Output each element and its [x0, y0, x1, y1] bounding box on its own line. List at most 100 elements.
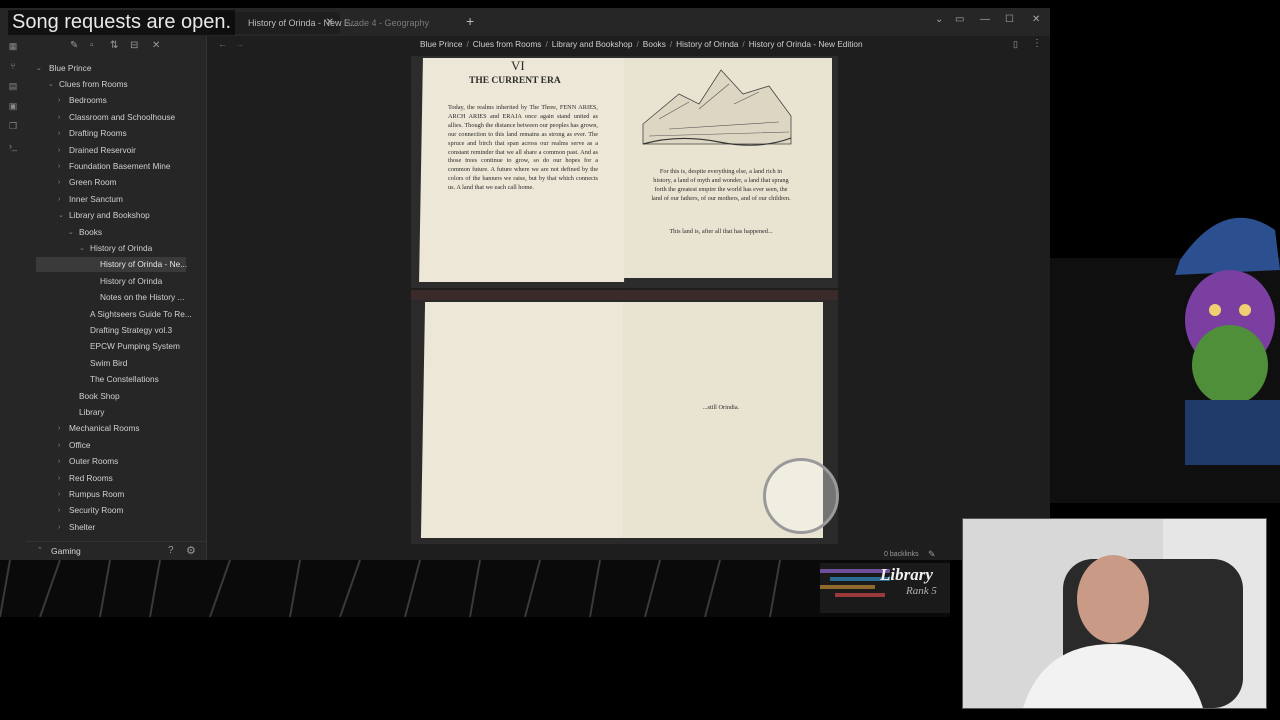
- chevron-right-icon[interactable]: ›: [58, 159, 60, 174]
- sort-icon[interactable]: ⇅: [110, 40, 118, 51]
- new-note-icon[interactable]: ✎: [70, 40, 78, 51]
- chevron-right-icon[interactable]: ›: [58, 93, 60, 108]
- back-icon[interactable]: ←: [218, 39, 227, 49]
- chevron-right-icon[interactable]: ›: [58, 126, 60, 141]
- webcam-feed: [962, 518, 1267, 709]
- right-page-text-2: This land is, after all that has happene…: [669, 228, 773, 235]
- tree-item[interactable]: History of Orinda: [90, 241, 152, 256]
- wizard-mascot-image: [1175, 217, 1280, 465]
- magnifier-icon: [763, 458, 839, 534]
- tree-item[interactable]: Drafting Rooms: [69, 126, 127, 141]
- chevron-down-icon[interactable]: ⌄: [48, 77, 54, 92]
- backlinks-count[interactable]: 0 backlinks: [884, 551, 919, 558]
- crumb-blue-prince[interactable]: Blue Prince: [420, 39, 462, 49]
- tree-item[interactable]: Drained Reservoir: [69, 143, 136, 158]
- chevron-icon: ⌃: [37, 547, 43, 554]
- tree-item[interactable]: History of Orinda - Ne...: [36, 257, 187, 273]
- tree-item[interactable]: Library and Bookshop: [69, 208, 150, 223]
- more-options-icon[interactable]: ⋮: [1032, 38, 1042, 49]
- tree-item[interactable]: Rumpus Room: [69, 487, 124, 502]
- banner-title: Library: [880, 565, 933, 584]
- chevron-right-icon[interactable]: ›: [58, 454, 60, 469]
- settings-icon[interactable]: ⚙: [186, 544, 196, 557]
- chevron-right-icon[interactable]: ›: [58, 438, 60, 453]
- files-icon[interactable]: ▦: [8, 41, 18, 51]
- chevron-right-icon[interactable]: ›: [58, 520, 60, 535]
- chevron-down-icon[interactable]: ⌄: [68, 225, 74, 240]
- close-icon[interactable]: ✕: [326, 12, 334, 34]
- chapter-heading: THE CURRENT ERA: [469, 76, 561, 86]
- chevron-down-icon[interactable]: ⌄: [58, 208, 64, 223]
- chevron-right-icon[interactable]: ›: [58, 143, 60, 158]
- book-image-top: VI THE CURRENT ERA Today, the realms inh…: [411, 56, 838, 288]
- tree-item[interactable]: Mechanical Rooms: [69, 421, 140, 436]
- tree-item[interactable]: Shelter: [69, 520, 95, 535]
- book-image-bottom: ...still Orindia.: [411, 290, 839, 544]
- tree-item[interactable]: Clues from Rooms: [59, 77, 128, 92]
- chevron-right-icon[interactable]: ›: [58, 471, 60, 486]
- tree-item[interactable]: Foundation Basement Mine: [69, 159, 170, 174]
- breadcrumb: Blue Prince / Clues from Rooms / Library and…: [420, 39, 863, 49]
- tree-item[interactable]: Office: [69, 438, 91, 453]
- crumb-clues-from-rooms[interactable]: Clues from Rooms: [473, 39, 542, 49]
- collapse-icon[interactable]: ⊟: [130, 40, 138, 51]
- stream-song-request-text: Song requests are open.: [8, 10, 236, 35]
- tree-item[interactable]: History of Orinda: [100, 274, 162, 289]
- tree-item[interactable]: Notes on the History ...: [100, 290, 184, 305]
- tree-item[interactable]: Inner Sanctum: [69, 192, 123, 207]
- right-page-text: ...still Orindia.: [702, 404, 740, 411]
- templates-icon[interactable]: ❐: [8, 121, 18, 131]
- chevron-right-icon[interactable]: ›: [58, 503, 60, 518]
- canvas-icon[interactable]: ▤: [8, 81, 18, 91]
- crumb-library-and-bookshop[interactable]: Library and Bookshop: [552, 39, 633, 49]
- terminal-icon[interactable]: ›_: [8, 141, 18, 151]
- window-close-icon[interactable]: ✕: [1032, 14, 1040, 25]
- chevron-down-icon[interactable]: ⌄: [935, 14, 943, 25]
- graph-icon[interactable]: ⑂: [8, 61, 18, 71]
- tree-item[interactable]: Books: [79, 225, 102, 240]
- new-tab-icon[interactable]: +: [466, 13, 474, 29]
- chevron-right-icon[interactable]: ›: [58, 192, 60, 207]
- chevron-right-icon[interactable]: ›: [58, 110, 60, 125]
- tree-item[interactable]: Library: [79, 405, 104, 420]
- forward-icon[interactable]: →: [235, 39, 244, 49]
- tree-item[interactable]: Drafting Strategy vol.3: [90, 323, 172, 338]
- vault-switcher[interactable]: ⌃ Gaming ? ⚙: [26, 541, 206, 560]
- mountain-illustration: [642, 69, 792, 146]
- maximize-icon[interactable]: ☐: [1005, 14, 1014, 25]
- tree-item[interactable]: Security Room: [69, 503, 123, 518]
- crumb-books[interactable]: Books: [643, 39, 666, 49]
- tree-item[interactable]: Red Rooms: [69, 471, 113, 486]
- overlay-stripe: [0, 560, 950, 617]
- tree-item[interactable]: Book Shop: [79, 389, 120, 404]
- tree-item[interactable]: EPCW Pumping System: [90, 339, 180, 354]
- sidebar-toggle-icon[interactable]: ▭: [955, 14, 964, 25]
- tree-item[interactable]: Bedrooms: [69, 93, 107, 108]
- tree-item[interactable]: Classroom and Schoolhouse: [69, 110, 175, 125]
- chevron-right-icon[interactable]: ›: [58, 175, 60, 190]
- chevron-right-icon[interactable]: ›: [58, 421, 60, 436]
- close-icon[interactable]: ✕: [152, 40, 160, 51]
- tree-item[interactable]: The Constellations: [90, 372, 159, 387]
- chevron-down-icon[interactable]: ⌄: [79, 241, 85, 256]
- tab-label: Grade 4 - Geography: [344, 18, 430, 28]
- left-page-text: Today, the realms inherited by The Three…: [448, 104, 598, 192]
- tab-grade-4-geography[interactable]: Grade 4 - Geography: [344, 12, 429, 34]
- calendar-icon[interactable]: ▣: [8, 101, 18, 111]
- tree-item[interactable]: A Sightseers Guide To Re...: [90, 307, 192, 322]
- help-icon[interactable]: ?: [168, 545, 174, 556]
- crumb-current-note: History of Orinda - New Edition: [748, 39, 863, 49]
- tree-item[interactable]: Green Room: [69, 175, 117, 190]
- reading-view-icon[interactable]: ▯: [1013, 39, 1018, 50]
- ribbon: ▦ ⑂ ▤ ▣ ❐ ›_: [0, 36, 26, 560]
- new-folder-icon[interactable]: ▫: [90, 40, 94, 51]
- tree-root[interactable]: Blue Prince: [49, 61, 91, 76]
- chapter-number: VI: [511, 58, 525, 73]
- chevron-down-icon[interactable]: ⌄: [36, 61, 42, 76]
- tree-item[interactable]: Swim Bird: [90, 356, 127, 371]
- edit-icon[interactable]: ✎: [928, 549, 936, 560]
- tree-item[interactable]: Outer Rooms: [69, 454, 118, 469]
- crumb-history-of-orinda[interactable]: History of Orinda: [676, 39, 738, 49]
- minimize-icon[interactable]: —: [980, 14, 990, 25]
- chevron-right-icon[interactable]: ›: [58, 487, 60, 502]
